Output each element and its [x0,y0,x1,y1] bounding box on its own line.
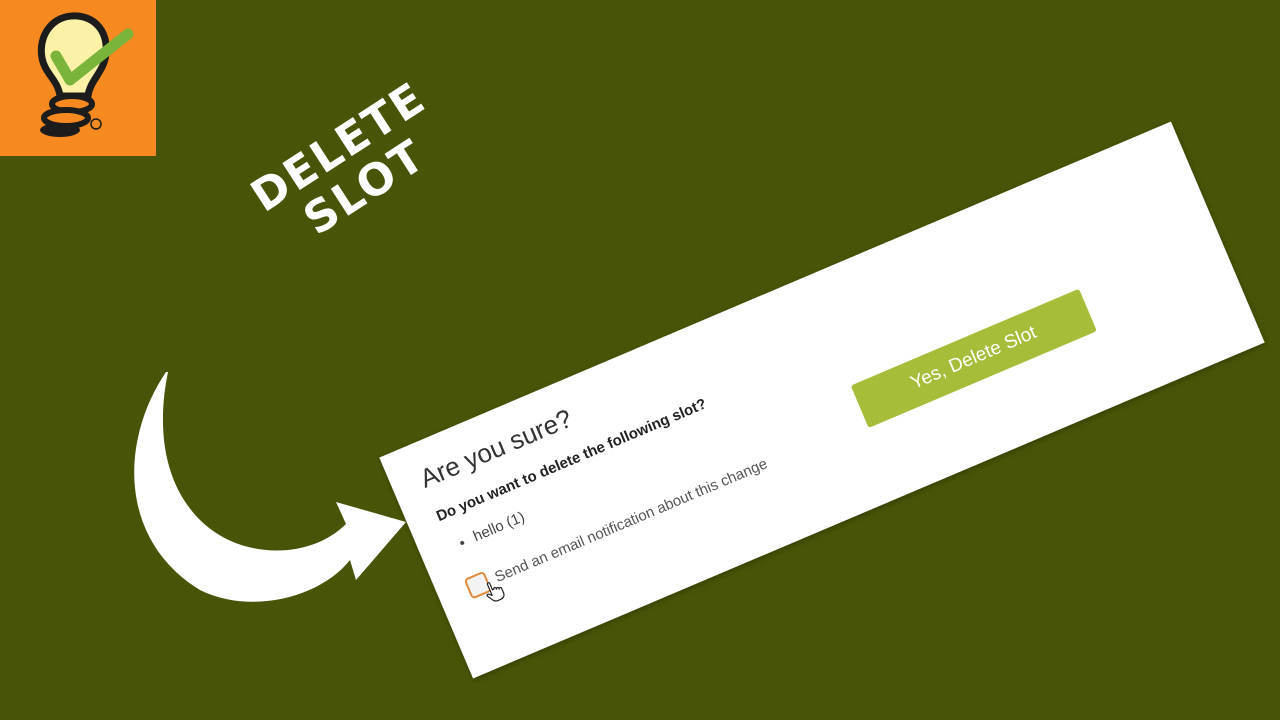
email-notification-checkbox[interactable] [463,570,505,602]
